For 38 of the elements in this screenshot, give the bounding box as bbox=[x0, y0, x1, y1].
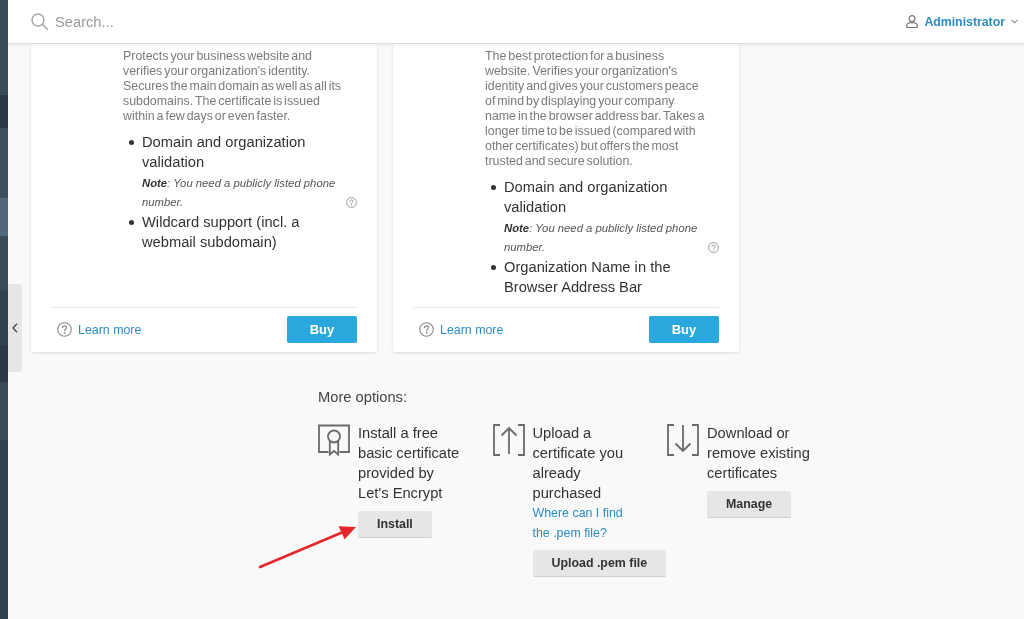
upload-icon bbox=[492, 424, 525, 456]
help-link[interactable]: Where can I find the .pem file? bbox=[532, 503, 640, 543]
caret-down-icon bbox=[1011, 19, 1018, 24]
section-title: More options: bbox=[318, 388, 407, 407]
feature-text: Organization Name in the Browser Address Bar bbox=[504, 258, 672, 297]
chevron-left-icon bbox=[12, 323, 18, 333]
certificate-icon bbox=[318, 424, 350, 456]
card-description: The best protection for a business website. Verifies your organization's identity and gives your customers peace of mind by displaying your company name in the browser address bar. Takes a longer time to be issued (compared with other certificates) but offers the most trusted and secure solution. bbox=[485, 49, 706, 169]
search-icon bbox=[31, 13, 48, 30]
option-text: Install a free basic certificate provided by Let's Encrypt bbox=[358, 424, 461, 503]
help-icon bbox=[57, 322, 72, 337]
feature-text: Domain and organization validation bbox=[142, 133, 307, 172]
feature-text: Wildcard support (incl. a webmail subdomain) bbox=[142, 213, 301, 252]
collapse-button[interactable] bbox=[8, 284, 22, 372]
option-button[interactable]: Install bbox=[358, 511, 432, 538]
help-icon[interactable] bbox=[708, 242, 719, 253]
search-field[interactable]: Search... bbox=[55, 10, 355, 33]
learn-more-link[interactable]: Learn more bbox=[78, 322, 142, 337]
bullet-icon bbox=[491, 185, 496, 190]
option-button[interactable]: Manage bbox=[707, 491, 792, 518]
note-text: Note: You need a publicly listed phone number. bbox=[142, 176, 337, 210]
bullet-icon bbox=[129, 140, 134, 145]
feature-text: Domain and organization validation bbox=[504, 178, 669, 217]
buy-button[interactable]: Buy bbox=[287, 316, 357, 343]
download-icon bbox=[667, 424, 699, 456]
learn-more-link[interactable]: Learn more bbox=[440, 322, 504, 337]
option-text: Download or remove existing certificates bbox=[707, 424, 811, 483]
user-menu[interactable]: Administrator bbox=[906, 14, 1018, 29]
option-button[interactable]: Upload .pem file bbox=[532, 550, 667, 577]
user-icon bbox=[906, 15, 919, 28]
help-icon[interactable] bbox=[346, 197, 357, 208]
bullet-icon bbox=[129, 220, 134, 225]
option-text: Upload a certificate you already purchased bbox=[532, 424, 625, 503]
help-icon bbox=[419, 322, 434, 337]
buy-button[interactable]: Buy bbox=[649, 316, 719, 343]
card-description: Protects your business website and verifies your organization's identity. Secures the main domain as well as all its subdomains. The certificate is issued within a few days or even faster. bbox=[123, 49, 343, 124]
note-text: Note: You need a publicly listed phone number. bbox=[504, 221, 699, 255]
bullet-icon bbox=[491, 265, 496, 270]
